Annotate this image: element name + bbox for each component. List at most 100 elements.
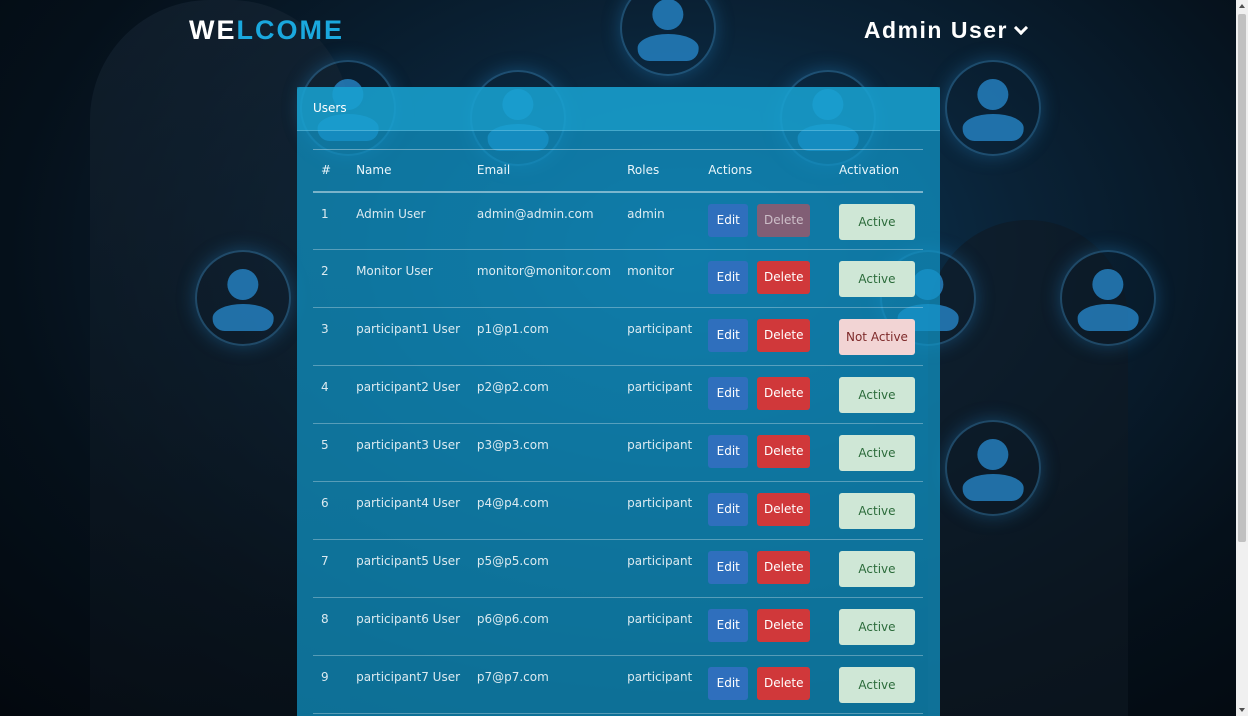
activation-cell: Active (830, 423, 923, 482)
column-header-roles: Roles (619, 149, 701, 193)
user-role-cell: participant (619, 539, 701, 598)
user-name-cell: participant6 User (348, 597, 469, 656)
table-row: 9 participant7 User p7@p7.com participant Ed… (313, 655, 923, 714)
delete-button[interactable]: Delete (757, 493, 811, 526)
page-scrollbar[interactable] (1236, 0, 1248, 716)
user-name-cell: Monitor User (348, 249, 469, 308)
row-number: 3 (313, 307, 349, 366)
table-header-row: # Name Email Roles Actions Activation (313, 149, 923, 193)
column-header-email: Email (468, 149, 620, 193)
user-role-cell: participant (619, 423, 701, 482)
user-role-cell: participant (619, 365, 701, 424)
activation-cell: Active (830, 249, 923, 308)
actions-cell: Edit Delete (700, 655, 831, 714)
table-row: 4 participant2 User p2@p2.com participant Ed… (313, 365, 923, 424)
user-role-cell: participant (619, 655, 701, 714)
actions-cell: Edit Delete (700, 307, 831, 366)
edit-button[interactable]: Edit (708, 435, 749, 468)
logo[interactable]: WELCOME (189, 15, 344, 46)
row-number: 4 (313, 365, 349, 424)
user-name-cell: participant4 User (348, 481, 469, 540)
activation-toggle-button[interactable]: Active (838, 667, 915, 703)
edit-button[interactable]: Edit (708, 493, 749, 526)
activation-cell: Active (830, 365, 923, 424)
top-header: WELCOME Admin User (0, 0, 1236, 62)
edit-button[interactable]: Edit (708, 319, 749, 352)
table-row: 3 participant1 User p1@p1.com participant Ed… (313, 307, 923, 366)
activation-toggle-button[interactable]: Active (838, 377, 915, 413)
table-row: 8 participant6 User p6@p6.com participant Ed… (313, 597, 923, 656)
activation-cell: Active (830, 481, 923, 540)
user-email-cell: p3@p3.com (468, 423, 620, 482)
user-name-cell: participant1 User (348, 307, 469, 366)
table-row: 6 participant4 User p4@p4.com participant Ed… (313, 481, 923, 540)
delete-button[interactable]: Delete (757, 261, 811, 294)
user-email-cell: p6@p6.com (468, 597, 620, 656)
panel-title: Users (297, 87, 940, 131)
table-row: 1 Admin User admin@admin.com admin Edit Delet… (313, 191, 923, 250)
user-email-cell: p2@p2.com (468, 365, 620, 424)
edit-button[interactable]: Edit (708, 609, 749, 642)
user-menu-dropdown[interactable]: Admin User (863, 17, 1029, 44)
edit-button[interactable]: Edit (708, 551, 749, 584)
activation-toggle-button[interactable]: Not Active (838, 319, 915, 355)
user-role-cell: admin (619, 191, 701, 250)
background-avatar-icon (945, 60, 1041, 156)
actions-cell: Edit Delete (700, 365, 831, 424)
user-email-cell: monitor@monitor.com (468, 249, 620, 308)
logo-text-lcome: LCOME (236, 15, 344, 45)
user-name-cell: Admin User (348, 191, 469, 250)
delete-button[interactable]: Delete (757, 609, 811, 642)
activation-cell: Not Active (830, 307, 923, 366)
edit-button[interactable]: Edit (708, 203, 749, 237)
delete-button[interactable]: Delete (757, 377, 811, 410)
activation-toggle-button[interactable]: Active (838, 551, 915, 587)
scroll-up-arrow-icon[interactable] (1239, 4, 1245, 8)
user-role-cell: participant (619, 597, 701, 656)
activation-toggle-button[interactable]: Active (838, 435, 915, 471)
user-role-cell: participant (619, 307, 701, 366)
delete-button[interactable]: Delete (757, 435, 811, 468)
row-number: 8 (313, 597, 349, 656)
row-number: 7 (313, 539, 349, 598)
row-number: 9 (313, 655, 349, 714)
background-avatar-icon (945, 420, 1041, 516)
actions-cell: Edit Delete (700, 423, 831, 482)
actions-cell: Edit Delete (700, 597, 831, 656)
actions-cell: Edit Delete (700, 249, 831, 308)
user-name-cell: participant2 User (348, 365, 469, 424)
scrollbar-thumb[interactable] (1238, 14, 1246, 542)
actions-cell: Edit Delete (700, 539, 831, 598)
logo-text-we: WE (189, 15, 237, 45)
user-email-cell: p4@p4.com (468, 481, 620, 540)
column-header-name: Name (348, 149, 469, 193)
background-avatar-icon (195, 250, 291, 346)
scroll-down-arrow-icon[interactable] (1239, 708, 1245, 712)
table-row: 2 Monitor User monitor@monitor.com monitor E… (313, 249, 923, 308)
delete-button[interactable]: Delete (757, 551, 811, 584)
user-email-cell: admin@admin.com (468, 191, 620, 250)
activation-cell: Active (830, 655, 923, 714)
activation-cell: Active (830, 191, 923, 250)
activation-toggle-button[interactable]: Active (838, 261, 915, 297)
activation-cell: Active (830, 597, 923, 656)
user-name-cell: participant3 User (348, 423, 469, 482)
activation-toggle-button[interactable]: Active (838, 493, 915, 529)
edit-button[interactable]: Edit (708, 667, 749, 700)
edit-button[interactable]: Edit (708, 377, 749, 410)
delete-button[interactable]: Delete (757, 319, 811, 352)
user-role-cell: participant (619, 481, 701, 540)
user-name-cell: participant5 User (348, 539, 469, 598)
row-number: 2 (313, 249, 349, 308)
user-name-cell: participant7 User (348, 655, 469, 714)
actions-cell: Edit Delete (700, 191, 831, 250)
row-number: 1 (313, 191, 349, 250)
activation-toggle-button[interactable]: Active (838, 609, 915, 645)
activation-toggle-button[interactable]: Active (838, 203, 915, 240)
user-email-cell: p5@p5.com (468, 539, 620, 598)
row-number: 6 (313, 481, 349, 540)
user-name: Admin User (863, 17, 1008, 43)
delete-button[interactable]: Delete (757, 667, 811, 700)
edit-button[interactable]: Edit (708, 261, 749, 294)
chevron-down-icon (1013, 20, 1029, 35)
